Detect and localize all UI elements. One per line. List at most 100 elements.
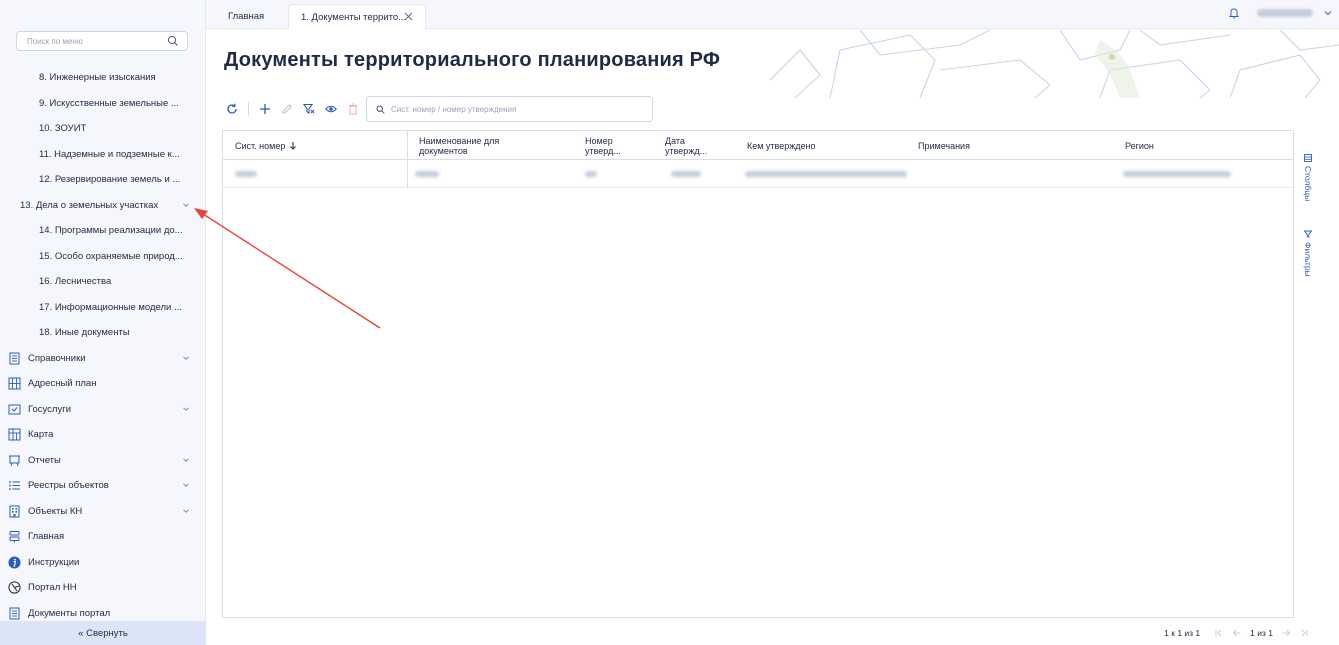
eye-icon[interactable] [325,103,337,115]
chevron-down-icon[interactable] [182,354,190,362]
cell-redacted [235,171,257,177]
table-header: Сист. номер Наименование для документов … [223,131,1293,160]
bell-icon[interactable] [1229,7,1239,19]
menu-item-zouit[interactable]: 10. ЗОУИТ [0,116,205,142]
menu-item-label: 15. Особо охраняемые природ... [39,250,183,262]
chevron-down-icon[interactable] [182,481,190,489]
server-icon [9,531,20,543]
column-header-label: Примечания [918,140,970,151]
menu-item-label: Главная [28,531,65,543]
columns-icon [1304,154,1312,162]
menu-item-land-plot-cases[interactable]: 13. Дела о земельных участках [0,193,205,219]
add-icon[interactable] [259,103,271,115]
menu-item-label: Справочники [28,352,86,364]
menu-list: 8. Инженерные изыскания 9. Искусственные… [0,65,205,626]
column-header-label: Наименование для документов [419,135,500,156]
menu-item-label: Документы портал [28,607,111,619]
chevron-down-icon[interactable] [1323,9,1333,17]
last-page-icon[interactable] [1299,628,1309,638]
menu-item-label: Адресный план [28,378,97,390]
menu-item-information-models[interactable]: 17. Информационные модели ... [0,295,205,321]
menu-item-label: 13. Дела о земельных участках [20,199,159,211]
list-icon [9,481,20,491]
grid-toolbar [226,99,380,119]
sort-down-arrow-icon[interactable] [289,141,297,150]
column-header-notes[interactable]: Примечания [918,131,1098,160]
column-header-label: Дата утвержд... [665,135,708,156]
map-grid-icon [8,377,21,390]
menu-item-label: Госуслуги [28,403,72,415]
columns-panel-toggle[interactable]: Столбцы [1303,154,1313,201]
building-icon [9,505,20,518]
menu-item-instructions[interactable]: Инструкции [0,550,205,576]
clear-filter-icon[interactable] [303,103,315,115]
menu-item-label: Отчеты [28,454,61,466]
chevron-down-icon[interactable] [182,201,190,209]
menu-item-address-plan[interactable]: Адресный план [0,371,205,397]
search-icon[interactable] [167,35,179,47]
collapse-sidebar-button[interactable]: « Свернуть [0,621,206,645]
menu-item-public-services[interactable]: Госуслуги [0,397,205,423]
search-icon [376,105,385,114]
menu-search-input[interactable] [17,32,157,50]
filters-panel-toggle[interactable]: Фильтры [1303,230,1313,277]
next-page-icon[interactable] [1281,628,1291,638]
previous-page-icon[interactable] [1232,628,1242,638]
menu-item-development-programs[interactable]: 14. Программы реализации до... [0,218,205,244]
grid-search[interactable] [366,96,653,122]
menu-item-kn-objects[interactable]: Объекты КН [0,499,205,525]
column-header-region[interactable]: Регион [1125,131,1285,160]
refresh-icon[interactable] [226,103,238,115]
menu-item-forestry[interactable]: 16. Лесничества [0,269,205,295]
menu-item-portal-nn[interactable]: Портал НН [0,575,205,601]
columns-label: Столбцы [1303,166,1313,202]
menu-item-overground-underground[interactable]: 11. Надземные и подземные к... [0,142,205,168]
close-icon[interactable] [404,12,413,21]
column-header-label: Кем утверждено [747,140,816,151]
menu-item-label: 10. ЗОУИТ [39,123,87,135]
menu-item-label: Реестры объектов [28,480,109,492]
delete-icon[interactable] [347,103,359,115]
menu-item-label: 16. Лесничества [39,276,112,288]
tab-territorial-documents[interactable]: 1. Документы террито... [288,4,426,29]
info-icon [8,556,21,569]
column-header-label: Регион [1125,140,1154,151]
user-name-redacted[interactable] [1257,9,1313,17]
column-header-label: Номер утверд... [585,135,621,156]
menu-item-land-reservation[interactable]: 12. Резервирование земель и ... [0,167,205,193]
column-header-approved-by[interactable]: Кем утверждено [747,131,907,160]
menu-item-engineering-surveys[interactable]: 8. Инженерные изыскания [0,65,205,91]
table-row[interactable] [223,160,1293,188]
menu-item-label: 12. Резервирование земель и ... [39,174,181,186]
column-header-approval-number[interactable]: Номер утверд... [585,131,655,160]
menu-item-label: 17. Информационные модели ... [39,301,182,313]
toolbar-divider [248,102,249,116]
chevron-down-icon[interactable] [182,405,190,413]
portal-icon [8,581,21,594]
cell-redacted [1123,171,1231,177]
menu-item-reports[interactable]: Отчеты [0,448,205,474]
menu-item-map[interactable]: Карта [0,422,205,448]
menu-item-object-registers[interactable]: Реестры объектов [0,473,205,499]
grid-search-input[interactable] [391,101,646,118]
menu-item-protected-areas[interactable]: 15. Особо охраняемые природ... [0,244,205,270]
tab-home[interactable]: Главная [216,4,276,29]
cell-redacted [671,171,701,177]
menu-item-reference-books[interactable]: Справочники [0,346,205,372]
edit-icon[interactable] [281,103,293,115]
cell-redacted [585,171,597,177]
menu-item-label: 9. Искусственные земельные ... [39,97,179,109]
menu-search[interactable] [16,31,188,51]
first-page-icon[interactable] [1214,628,1224,638]
tab-label: 1. Документы террито... [301,11,407,23]
menu-item-home[interactable]: Главная [0,524,205,550]
chevron-down-icon[interactable] [182,507,190,515]
menu-item-artificial-land[interactable]: 9. Искусственные земельные ... [0,91,205,117]
chevron-down-icon[interactable] [182,456,190,464]
menu-item-label: 8. Инженерные изыскания [39,72,156,84]
menu-item-other-documents[interactable]: 18. Иные документы [0,320,205,346]
column-header-document-name[interactable]: Наименование для документов [419,131,574,160]
column-header-system-number[interactable]: Сист. номер [235,131,405,160]
tab-bar: Главная 1. Документы террито... [206,0,1339,29]
column-header-approval-date[interactable]: Дата утвержд... [665,131,735,160]
